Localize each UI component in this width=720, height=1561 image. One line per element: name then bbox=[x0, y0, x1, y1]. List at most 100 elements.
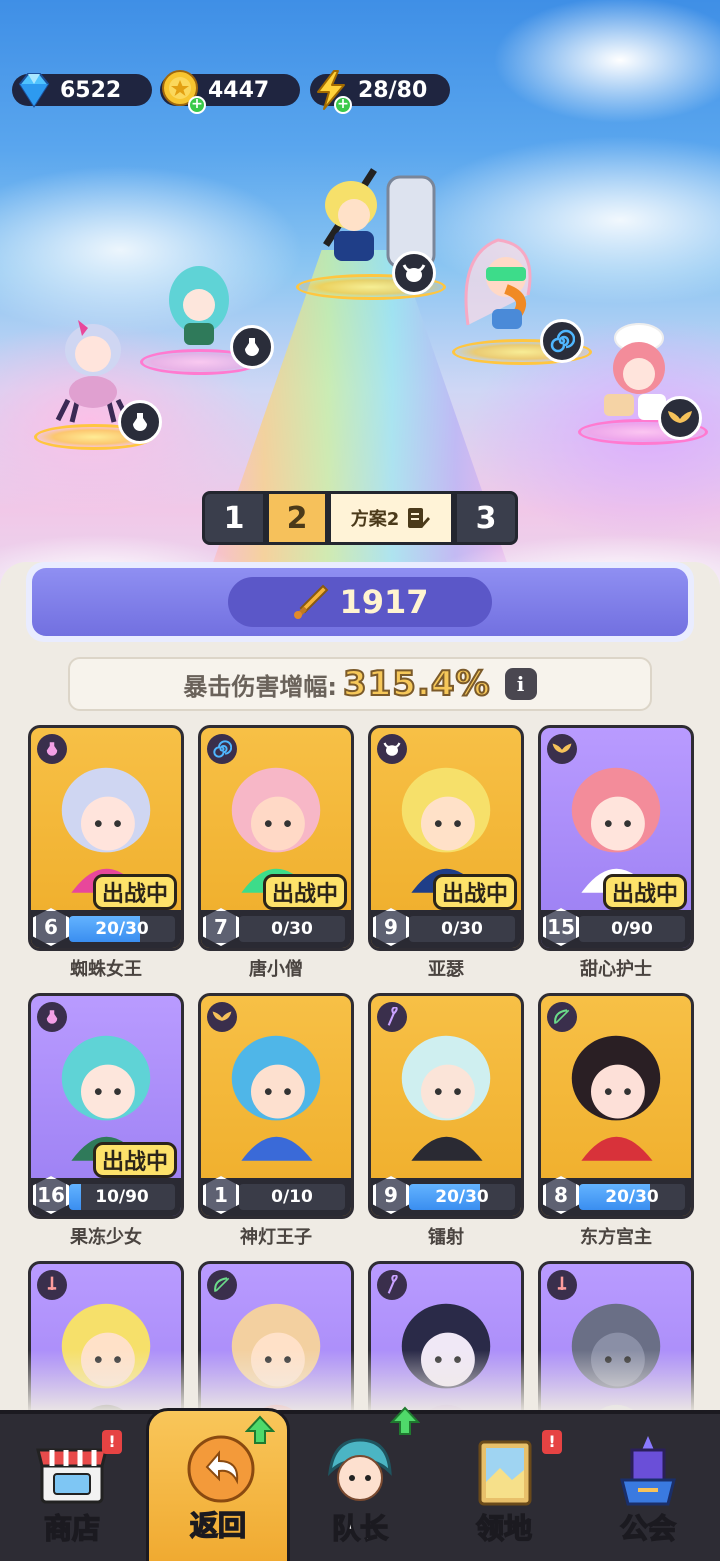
nav-territory[interactable]: ! 领地 bbox=[432, 1414, 576, 1561]
shard-progress-bar: 0/90 bbox=[579, 916, 685, 942]
power-display: 1917 bbox=[228, 577, 492, 627]
hero-name: 镭射 bbox=[428, 1227, 464, 1248]
field-hero-jelly-girl[interactable] bbox=[140, 255, 274, 375]
hero-name: 唐小僧 bbox=[249, 959, 303, 980]
hero-name: 甜心护士 bbox=[580, 959, 652, 980]
crit-damage-row: 暴击伤害增幅: 315.4% i bbox=[68, 657, 652, 711]
hero-card[interactable]: 出战中 10/90 16 bbox=[28, 993, 184, 1219]
nav-back[interactable]: 返回 bbox=[146, 1408, 290, 1561]
nav-captain[interactable]: 队长 bbox=[288, 1406, 432, 1561]
bow-icon bbox=[207, 1270, 237, 1300]
guild-tower-icon bbox=[620, 1436, 676, 1506]
card-footer: 20/30 9 bbox=[371, 1176, 521, 1216]
field-hero-arthur[interactable] bbox=[296, 165, 446, 300]
info-icon[interactable]: i bbox=[504, 668, 537, 700]
shard-progress-text: 0/30 bbox=[271, 919, 313, 939]
shard-progress-bar: 10/90 bbox=[69, 1184, 175, 1210]
card-footer: 0/90 15 bbox=[541, 908, 691, 948]
sword-icon bbox=[294, 584, 329, 619]
hero-level-badge: 9 bbox=[373, 908, 409, 946]
bull-icon bbox=[377, 734, 407, 764]
upgrade-arrow-icon bbox=[390, 1406, 420, 1435]
energy-counter[interactable]: 28/80 + bbox=[310, 70, 450, 114]
hero-name: 东方宫主 bbox=[580, 1227, 652, 1248]
crit-value: 315.4% bbox=[342, 663, 491, 705]
plan-name-edit[interactable]: 方案2 bbox=[328, 491, 454, 545]
add-energy-icon[interactable]: + bbox=[334, 96, 352, 114]
hero-card[interactable]: 20/30 8 bbox=[538, 993, 694, 1219]
shard-progress-bar: 20/30 bbox=[409, 1184, 515, 1210]
card-footer: 20/30 8 bbox=[541, 1176, 691, 1216]
shop-icon bbox=[36, 1448, 108, 1504]
gem-counter[interactable]: 6522 bbox=[12, 72, 152, 108]
hero-level-badge: 7 bbox=[203, 908, 239, 946]
hero-level-badge: 15 bbox=[543, 908, 579, 946]
staff-icon bbox=[377, 1002, 407, 1032]
staff-icon bbox=[377, 1270, 407, 1300]
deployed-badge: 出战中 bbox=[432, 874, 517, 910]
nav-shop[interactable]: ! 商店 bbox=[0, 1414, 144, 1561]
nav-guild-label: 公会 bbox=[619, 1511, 677, 1546]
shard-progress-bar: 0/30 bbox=[409, 916, 515, 942]
hero-card[interactable]: 20/30 9 bbox=[368, 993, 524, 1219]
hero-name: 神灯王子 bbox=[240, 1227, 312, 1248]
captain-avatar-icon bbox=[327, 1438, 392, 1501]
shard-progress-bar: 0/30 bbox=[239, 916, 345, 942]
hero-name: 蜘蛛女王 bbox=[70, 959, 142, 980]
coin-counter[interactable]: 4447 + bbox=[160, 70, 300, 114]
hero-name: 果冻少女 bbox=[70, 1227, 142, 1248]
territory-alert-badge: ! bbox=[542, 1430, 562, 1454]
hero-level-badge: 16 bbox=[33, 1176, 69, 1214]
shard-progress-text: 20/30 bbox=[95, 919, 149, 939]
shard-progress-text: 20/30 bbox=[435, 1187, 489, 1207]
wings-icon bbox=[207, 1002, 237, 1032]
shard-progress-text: 10/90 bbox=[95, 1187, 149, 1207]
nav-captain-label: 队长 bbox=[331, 1511, 389, 1546]
hero-card[interactable]: 0/10 1 bbox=[198, 993, 354, 1219]
coin-amount: 4447 bbox=[208, 77, 270, 103]
hero-card[interactable]: 出战中 20/30 6 bbox=[28, 725, 184, 951]
hero-name: 亚瑟 bbox=[428, 959, 464, 980]
hero-card[interactable]: 出战中 0/30 9 bbox=[368, 725, 524, 951]
nav-territory-label: 领地 bbox=[475, 1511, 533, 1546]
bow-icon bbox=[547, 1002, 577, 1032]
team-plan-selector: 1 2 方案2 3 bbox=[202, 491, 518, 545]
team-tab-2[interactable]: 2 bbox=[266, 491, 328, 545]
field-hero-spider-queen[interactable] bbox=[34, 310, 162, 450]
team-power-bar: 1917 bbox=[26, 562, 694, 642]
hero-level-badge: 6 bbox=[33, 908, 69, 946]
deployed-badge: 出战中 bbox=[92, 1142, 177, 1178]
team-tab-1[interactable]: 1 bbox=[202, 491, 266, 545]
bull-icon bbox=[392, 251, 436, 295]
field-hero-tang-monk[interactable] bbox=[452, 235, 592, 365]
deployed-badge: 出战中 bbox=[602, 874, 687, 910]
upgrade-arrow-icon bbox=[245, 1415, 275, 1444]
field-hero-sweet-nurse[interactable] bbox=[578, 320, 708, 445]
nav-guild[interactable]: 公会 bbox=[576, 1414, 720, 1561]
nav-back-label: 返回 bbox=[189, 1508, 247, 1543]
plan-name-label: 方案2 bbox=[350, 509, 400, 530]
potion-icon bbox=[37, 734, 67, 764]
hero-card[interactable]: 出战中 0/90 15 bbox=[538, 725, 694, 951]
add-coin-icon[interactable]: + bbox=[188, 96, 206, 114]
card-footer: 0/10 1 bbox=[201, 1176, 351, 1216]
card-footer: 0/30 9 bbox=[371, 908, 521, 948]
territory-map-icon bbox=[478, 1440, 532, 1506]
team-tab-3[interactable]: 3 bbox=[454, 491, 518, 545]
shop-alert-badge: ! bbox=[102, 1430, 122, 1454]
energy-amount: 28/80 bbox=[358, 77, 428, 103]
diamond-icon bbox=[18, 73, 50, 108]
wings-icon bbox=[658, 396, 702, 440]
potion-icon bbox=[118, 400, 162, 444]
wings-icon bbox=[547, 734, 577, 764]
spiral-icon bbox=[207, 734, 237, 764]
card-footer: 20/30 6 bbox=[31, 908, 181, 948]
deployed-badge: 出战中 bbox=[92, 874, 177, 910]
shard-progress-text: 20/30 bbox=[605, 1187, 659, 1207]
card-footer: 10/90 16 bbox=[31, 1176, 181, 1216]
grid-fade bbox=[0, 1350, 720, 1412]
hero-level-badge: 1 bbox=[203, 1176, 239, 1214]
nav-shop-label: 商店 bbox=[43, 1511, 101, 1546]
card-footer: 0/30 7 bbox=[201, 908, 351, 948]
hero-card[interactable]: 出战中 0/30 7 bbox=[198, 725, 354, 951]
